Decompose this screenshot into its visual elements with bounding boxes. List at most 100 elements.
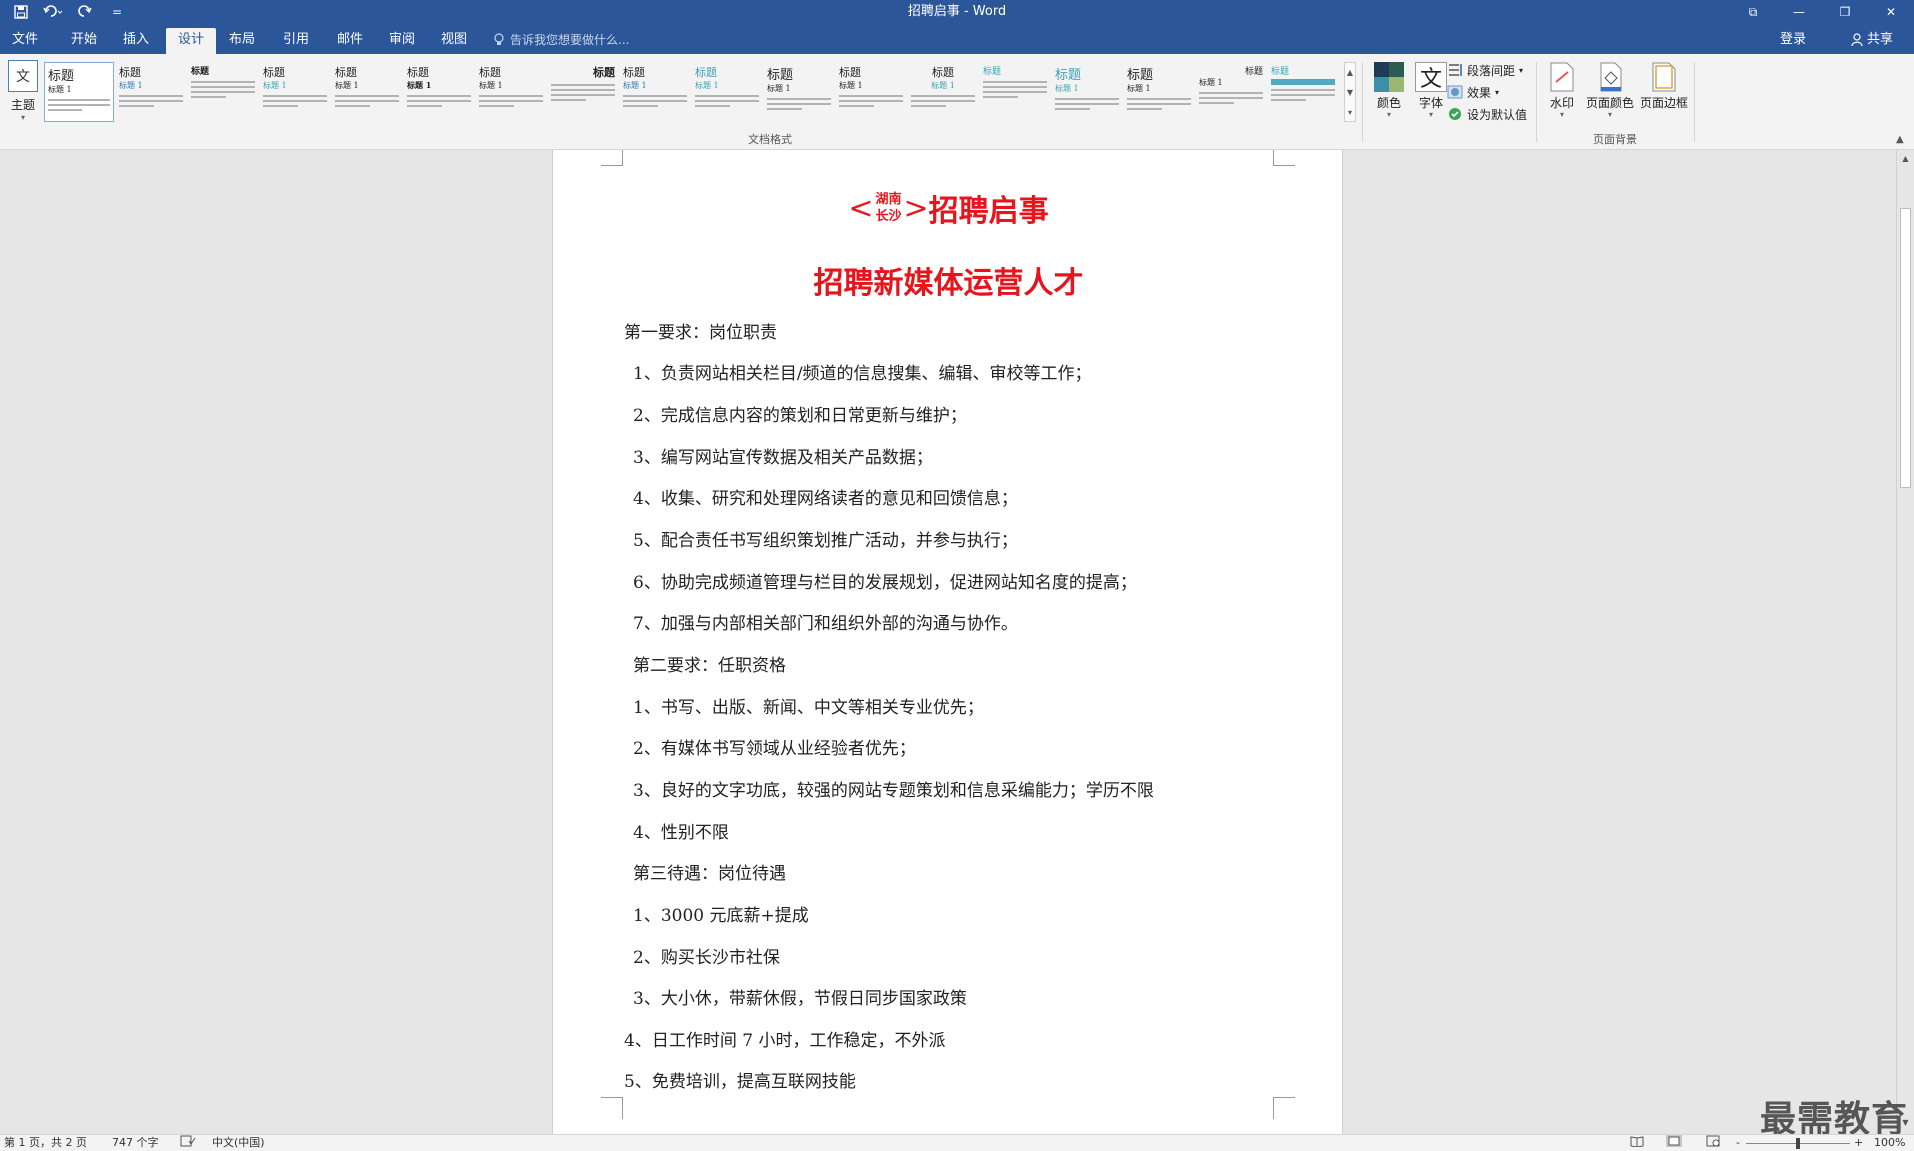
ribbon-display-options-button[interactable]: ⧉ — [1730, 0, 1776, 24]
style-set-item[interactable]: 标题 标题 1 — [332, 62, 402, 122]
watermark-label: 水印 — [1549, 96, 1574, 110]
paragraph: 7、加强与内部相关部门和组织外部的沟通与协作。 — [633, 614, 1018, 634]
vertical-scrollbar[interactable]: ▲ ▼ — [1896, 150, 1914, 1134]
person-icon — [1851, 33, 1863, 47]
language-indicator[interactable]: 中文(中国) — [212, 1135, 265, 1151]
save-icon[interactable] — [10, 2, 32, 22]
effects-icon — [1447, 85, 1463, 99]
style-set-item[interactable]: 标题 标题 1 — [620, 62, 690, 122]
read-mode-icon[interactable] — [1630, 1135, 1644, 1151]
paragraph: 4、性别不限 — [633, 823, 729, 843]
tab-references[interactable]: 引用 — [276, 28, 316, 54]
page-count[interactable]: 第 1 页，共 2 页 — [4, 1135, 87, 1151]
page-color-button[interactable]: 页面颜色 ▾ — [1584, 62, 1636, 119]
style-set-item[interactable]: 标题 标题 1 — [476, 62, 546, 122]
paragraph: 第三待遇：岗位待遇 — [633, 864, 786, 884]
tab-layout[interactable]: 布局 — [222, 28, 262, 54]
tab-design[interactable]: 设计 — [166, 28, 216, 54]
tab-home[interactable]: 开始 — [64, 28, 104, 54]
tab-view[interactable]: 视图 — [434, 28, 474, 54]
paragraph: 5、免费培训，提高互联网技能 — [624, 1072, 856, 1092]
scroll-up-icon[interactable]: ▲ — [1897, 152, 1914, 166]
document-subtitle: 招聘新媒体运营人才 — [813, 266, 1084, 301]
document-page[interactable]: < 湖南 长沙 > 招聘启事 招聘新媒体运营人才 第一要求：岗位职责 1、负责网… — [552, 150, 1343, 1134]
group-separator — [1694, 62, 1695, 142]
gallery-scrollbar[interactable]: ▲ ▼ ▾ — [1344, 62, 1356, 122]
paragraph: 2、有媒体书写领域从业经验者优先； — [633, 739, 916, 759]
style-set-item[interactable]: 标题 标题 1 — [404, 62, 474, 122]
style-set-item[interactable]: 标题 标题 1 — [836, 62, 906, 122]
collapse-ribbon-icon[interactable]: ▲ — [1896, 134, 1904, 145]
fonts-icon: 文 — [1415, 62, 1447, 92]
share-label: 共享 — [1867, 32, 1894, 47]
paragraph: 4、日工作时间 7 小时，工作稳定，不外派 — [624, 1031, 946, 1051]
tell-me-box[interactable]: 告诉我您想要做什么... — [494, 28, 629, 52]
paragraph: 第二要求：任职资格 — [633, 656, 786, 676]
tell-me-placeholder: 告诉我您想要做什么... — [510, 33, 630, 47]
style-set-item[interactable]: 标题 标题 1 — [692, 62, 762, 122]
group-label-page-background: 页面背景 — [1593, 133, 1637, 146]
zoom-out-button[interactable]: - — [1736, 1135, 1740, 1151]
customize-qat-button[interactable]: = — [106, 2, 128, 22]
title-bar: = 招聘启事 - Word ⧉ — ❐ ✕ — [0, 0, 1914, 24]
page-color-label: 页面颜色 — [1585, 96, 1634, 110]
paragraph: 1、负责网站相关栏目/频道的信息搜集、编辑、审校等工作； — [633, 364, 1092, 384]
close-button[interactable]: ✕ — [1868, 0, 1914, 24]
crop-mark — [1273, 1097, 1295, 1119]
paragraph: 4、收集、研究和处理网络读者的意见和回馈信息； — [633, 489, 1018, 509]
watermark-button[interactable]: 水印 ▾ — [1542, 62, 1582, 119]
paragraph: 6、协助完成频道管理与栏目的发展规划，促进网站知名度的提高； — [633, 573, 1137, 593]
web-layout-icon[interactable] — [1706, 1135, 1720, 1151]
style-set-item[interactable]: 标题 标题 1 — [1196, 62, 1266, 122]
check-circle-icon — [1449, 108, 1461, 120]
chevron-down-icon: ▾ — [1519, 65, 1524, 75]
style-set-item[interactable]: 标题 — [980, 62, 1050, 122]
style-set-item[interactable]: 标题 标题 1 — [116, 62, 186, 122]
redo-icon[interactable] — [74, 2, 96, 22]
style-set-item[interactable]: 标题 标题 1 — [44, 62, 114, 122]
chevron-down-icon[interactable]: ▼ — [1345, 83, 1355, 103]
paragraph-spacing-button[interactable]: 段落间距 ▾ — [1447, 60, 1523, 80]
chevron-up-icon[interactable]: ▲ — [1345, 63, 1355, 83]
themes-button[interactable]: 文 主题 ▾ — [4, 60, 42, 126]
share-button[interactable]: 共享 — [1851, 28, 1893, 52]
style-set-item[interactable]: 标题 — [548, 62, 618, 122]
tab-file[interactable]: 文件 — [6, 28, 44, 54]
paragraph: 2、完成信息内容的策划和日常更新与维护； — [633, 406, 967, 426]
combined-top: 湖南 — [875, 192, 902, 207]
zoom-level[interactable]: 100% — [1874, 1135, 1905, 1151]
tab-insert[interactable]: 插入 — [116, 28, 156, 54]
style-set-item[interactable]: 标题 标题 1 — [260, 62, 330, 122]
style-set-item[interactable]: 标题 标题 1 — [764, 62, 834, 122]
tab-mailings[interactable]: 邮件 — [330, 28, 370, 54]
word-count[interactable]: 747 个字 — [112, 1135, 159, 1151]
style-set-item[interactable]: 标题 标题 1 — [908, 62, 978, 122]
paragraph: 3、大小休，带薪休假，节假日同步国家政策 — [633, 989, 967, 1009]
login-link[interactable]: 登录 — [1780, 28, 1806, 52]
style-set-item[interactable]: 标题 标题 1 — [1124, 62, 1194, 122]
crop-mark — [601, 150, 623, 166]
style-set-item[interactable]: 标题 标题 1 — [1052, 62, 1122, 122]
restore-button[interactable]: ❐ — [1822, 0, 1868, 24]
zoom-in-button[interactable]: + — [1854, 1135, 1863, 1151]
scrollbar-thumb[interactable] — [1900, 208, 1911, 488]
tab-review[interactable]: 审阅 — [382, 28, 422, 54]
watermark-icon — [1542, 62, 1582, 92]
gallery-more-icon[interactable]: ▾ — [1345, 103, 1355, 123]
quick-access-toolbar: = — [10, 0, 128, 24]
zoom-slider-handle[interactable] — [1796, 1138, 1800, 1149]
style-set-gallery: 标题 标题 1 标题 标题 1 标题 标题 标题 1 标题 标题 1 标题 标题… — [44, 62, 1342, 122]
paragraph: 5、配合责任书写组织策划推广活动，并参与执行； — [633, 531, 1018, 551]
style-set-item[interactable]: 标题 — [1268, 62, 1338, 122]
undo-icon[interactable] — [42, 2, 64, 22]
paragraph: 1、3000 元底薪+提成 — [633, 906, 809, 926]
print-layout-icon[interactable] — [1666, 1135, 1682, 1151]
set-as-default-button[interactable]: 设为默认值 — [1447, 104, 1527, 124]
proofing-icon[interactable] — [180, 1135, 196, 1151]
paragraph: 第一要求：岗位职责 — [624, 323, 777, 343]
minimize-button[interactable]: — — [1776, 0, 1822, 24]
page-borders-button[interactable]: 页面边框 — [1638, 62, 1690, 111]
effects-button[interactable]: 效果 ▾ — [1447, 82, 1499, 102]
paragraph-spacing-icon — [1449, 64, 1462, 76]
style-set-item[interactable]: 标题 — [188, 62, 258, 122]
